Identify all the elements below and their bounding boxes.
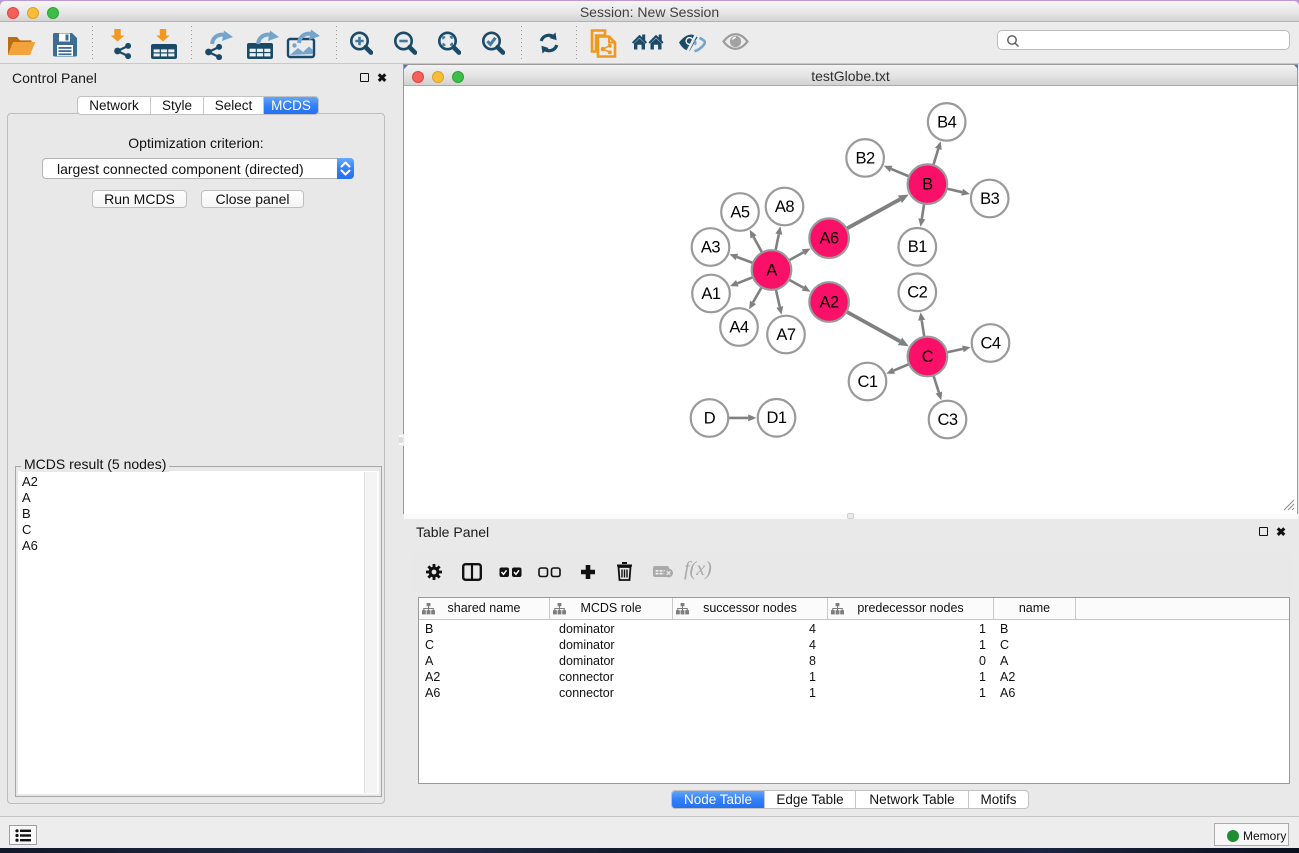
svg-text:A7: A7 (776, 326, 796, 344)
svg-text:A: A (766, 261, 777, 279)
svg-text:A8: A8 (775, 198, 795, 216)
svg-text:C4: C4 (980, 334, 1000, 352)
svg-text:C1: C1 (857, 373, 877, 391)
svg-text:B: B (922, 176, 933, 194)
svg-text:A6: A6 (820, 230, 840, 248)
svg-text:C3: C3 (937, 411, 957, 429)
svg-text:B1: B1 (908, 238, 928, 256)
svg-text:C2: C2 (907, 284, 927, 302)
svg-text:A2: A2 (820, 293, 840, 311)
svg-text:B3: B3 (980, 190, 1000, 208)
svg-text:A3: A3 (701, 238, 721, 256)
svg-text:A4: A4 (729, 318, 749, 336)
svg-text:B4: B4 (937, 113, 957, 131)
svg-text:D: D (704, 409, 716, 427)
svg-text:A1: A1 (701, 285, 721, 303)
svg-text:C: C (922, 348, 934, 366)
svg-text:A5: A5 (730, 203, 750, 221)
svg-text:B2: B2 (856, 149, 876, 167)
svg-text:D1: D1 (766, 409, 786, 427)
